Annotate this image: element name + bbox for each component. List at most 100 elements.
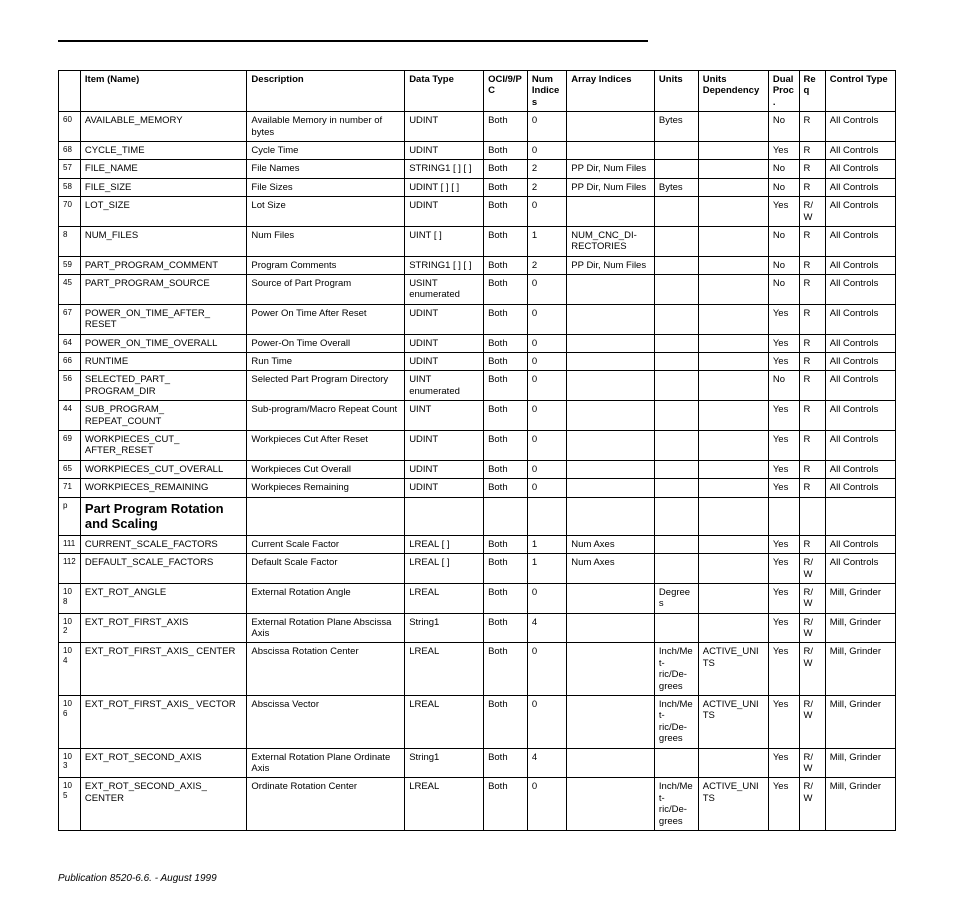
cell-num: 70 xyxy=(59,197,81,227)
cell-item: RUNTIME xyxy=(80,353,247,371)
col-ctl: Control Type xyxy=(825,71,895,112)
cell-udep xyxy=(698,371,768,401)
cell-dual: No xyxy=(768,371,799,401)
cell-nidx: 0 xyxy=(527,141,566,159)
cell-desc: Program Comments xyxy=(247,256,405,274)
cell-ctl: Mill, Grinder xyxy=(825,696,895,749)
cell-dtype: UDINT xyxy=(405,304,484,334)
top-rule xyxy=(58,40,648,42)
cell-num: 104 xyxy=(59,643,81,696)
cell-oci: Both xyxy=(484,535,528,553)
cell-dual: Yes xyxy=(768,778,799,831)
cell-desc: File Names xyxy=(247,160,405,178)
cell-units xyxy=(654,160,698,178)
cell-units xyxy=(654,197,698,227)
cell-oci: Both xyxy=(484,479,528,497)
cell-oci: Both xyxy=(484,256,528,274)
cell-nidx: 1 xyxy=(527,535,566,553)
cell-nidx: 0 xyxy=(527,304,566,334)
cell-arr xyxy=(567,401,655,431)
cell-dtype: String1 xyxy=(405,748,484,778)
col-item: Item (Name) xyxy=(80,71,247,112)
cell-arr xyxy=(567,141,655,159)
cell-req: R xyxy=(799,160,825,178)
cell-num: 60 xyxy=(59,112,81,142)
col-num xyxy=(59,71,81,112)
cell-req: R xyxy=(799,304,825,334)
cell-item: DEFAULT_SCALE_FACTORS xyxy=(80,554,247,584)
cell-dual: No xyxy=(768,226,799,256)
cell-udep xyxy=(698,334,768,352)
table-row: 105EXT_ROT_SECOND_AXIS_ CENTEROrdinate R… xyxy=(59,778,896,831)
cell-dual: Yes xyxy=(768,554,799,584)
cell-udep xyxy=(698,430,768,460)
cell-dual: Yes xyxy=(768,353,799,371)
cell-ctl: All Controls xyxy=(825,275,895,305)
cell-dual: Yes xyxy=(768,613,799,643)
cell-num: 102 xyxy=(59,613,81,643)
cell-units xyxy=(654,613,698,643)
cell-nidx: 1 xyxy=(527,554,566,584)
cell-num: 106 xyxy=(59,696,81,749)
cell-num: 108 xyxy=(59,583,81,613)
cell-udep xyxy=(698,554,768,584)
cell-units xyxy=(654,304,698,334)
cell-oci: Both xyxy=(484,371,528,401)
cell-oci: Both xyxy=(484,643,528,696)
cell-dtype: UINT xyxy=(405,401,484,431)
cell-ctl: All Controls xyxy=(825,112,895,142)
cell-req: R/W xyxy=(799,554,825,584)
cell-nidx: 2 xyxy=(527,178,566,196)
cell-units xyxy=(654,535,698,553)
cell-nidx: 0 xyxy=(527,583,566,613)
cell-ctl: All Controls xyxy=(825,401,895,431)
cell-arr xyxy=(567,197,655,227)
table-row: 69WORKPIECES_CUT_ AFTER_RESETWorkpieces … xyxy=(59,430,896,460)
cell-units: Inch/Met- ric/De- grees xyxy=(654,778,698,831)
cell-dtype: STRING1 [ ] [ ] xyxy=(405,160,484,178)
cell-oci: Both xyxy=(484,178,528,196)
cell-nidx: 4 xyxy=(527,748,566,778)
cell-arr xyxy=(567,460,655,478)
cell-udep xyxy=(698,304,768,334)
cell-arr: PP Dir, Num Files xyxy=(567,160,655,178)
cell-udep xyxy=(698,226,768,256)
cell-dtype: USINT enumerated xyxy=(405,275,484,305)
cell-arr: Num Axes xyxy=(567,535,655,553)
cell-item: EXT_ROT_ANGLE xyxy=(80,583,247,613)
cell-dual: Yes xyxy=(768,748,799,778)
cell-num: 112 xyxy=(59,554,81,584)
cell-dtype: LREAL xyxy=(405,643,484,696)
cell-oci: Both xyxy=(484,275,528,305)
table-row: 103EXT_ROT_SECOND_AXISExternal Rotation … xyxy=(59,748,896,778)
cell-arr xyxy=(567,275,655,305)
cell-item: WORKPIECES_CUT_ AFTER_RESET xyxy=(80,430,247,460)
cell-desc: Default Scale Factor xyxy=(247,554,405,584)
cell-num: 45 xyxy=(59,275,81,305)
cell-ctl: All Controls xyxy=(825,304,895,334)
cell-nidx: 0 xyxy=(527,460,566,478)
cell-req: R/W xyxy=(799,696,825,749)
cell-dual: Yes xyxy=(768,141,799,159)
cell-udep xyxy=(698,583,768,613)
cell-units xyxy=(654,141,698,159)
cell-ctl: All Controls xyxy=(825,460,895,478)
cell-udep xyxy=(698,160,768,178)
cell-dual: No xyxy=(768,178,799,196)
cell-req: R xyxy=(799,353,825,371)
cell-dtype: UDINT xyxy=(405,197,484,227)
cell-item: WORKPIECES_CUT_OVERALL xyxy=(80,460,247,478)
cell-arr xyxy=(567,696,655,749)
cell-dual: Yes xyxy=(768,334,799,352)
cell-req: R xyxy=(799,535,825,553)
cell-nidx: 1 xyxy=(527,226,566,256)
cell-dtype: STRING1 [ ] [ ] xyxy=(405,256,484,274)
cell-ctl: Mill, Grinder xyxy=(825,778,895,831)
cell-num: 56 xyxy=(59,371,81,401)
table-row: 45PART_PROGRAM_SOURCESource of Part Prog… xyxy=(59,275,896,305)
cell-oci: Both xyxy=(484,778,528,831)
cell-udep: ACTIVE_UNITS xyxy=(698,778,768,831)
cell-req: R xyxy=(799,401,825,431)
cell-num: 66 xyxy=(59,353,81,371)
cell-num: 67 xyxy=(59,304,81,334)
